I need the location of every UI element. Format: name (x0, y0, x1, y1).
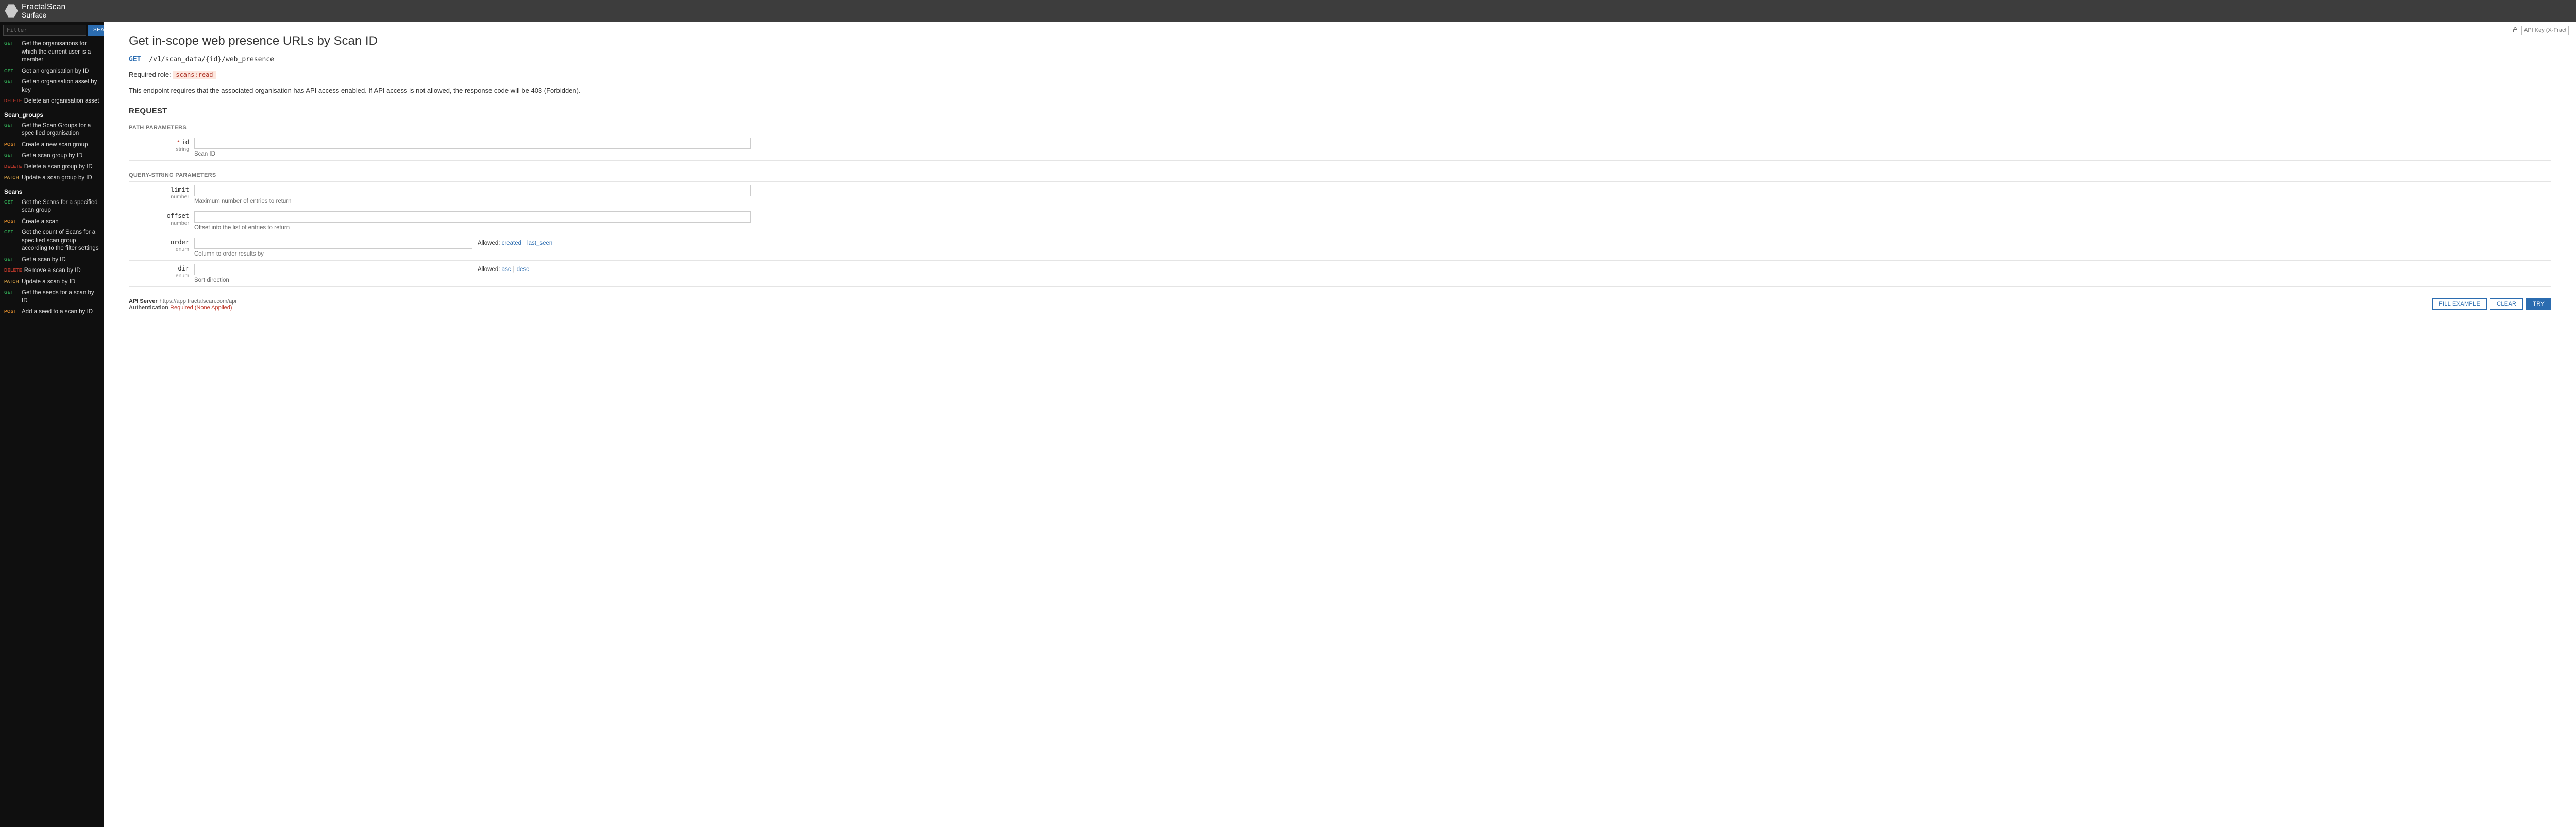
query-params-heading: QUERY-STRING PARAMETERS (129, 172, 2551, 178)
param-input-order[interactable] (194, 238, 472, 249)
sidebar-scans-item-6[interactable]: GETGet the seeds for a scan by ID (0, 288, 104, 307)
logo-hexagon-icon (4, 4, 19, 18)
sidebar-item-label: Add a seed to a scan by ID (22, 308, 93, 316)
sidebar-item-label: Get the count of Scans for a specified s… (22, 229, 100, 253)
param-row-dir: dir enum Allowed: asc|desc Sort directio… (129, 261, 2551, 287)
sidebar-scangroups-item-2[interactable]: GETGet a scan group by ID (0, 150, 104, 162)
method-badge: POST (4, 218, 20, 224)
method-badge: PATCH (4, 278, 20, 284)
method-badge: PATCH (4, 174, 20, 180)
method-badge: GET (4, 67, 20, 73)
sidebar-item-label: Get a scan group by ID (22, 152, 82, 160)
sidebar-section-scans: Scans (0, 184, 104, 197)
app-title-line1: FractalScan (22, 3, 65, 11)
role-badge: scans:read (173, 71, 216, 79)
sidebar-scangroups-item-1[interactable]: POSTCreate a new scan group (0, 140, 104, 151)
sidebar-item-label: Create a scan (22, 218, 59, 226)
http-path-label: /v1/scan_data/{id}/web_presence (149, 56, 274, 63)
lock-icon (2512, 27, 2518, 35)
param-required-marker: * (177, 140, 179, 146)
sidebar-scans-item-2[interactable]: GETGet the count of Scans for a specifie… (0, 227, 104, 255)
param-allowed-order: Allowed: created|last_seen (478, 240, 552, 246)
sidebar-org-item-1[interactable]: GETGet an organisation by ID (0, 66, 104, 77)
clear-button[interactable]: CLEAR (2490, 298, 2523, 310)
param-input-limit[interactable] (194, 185, 751, 196)
path-params-heading: PATH PARAMETERS (129, 125, 2551, 131)
sidebar-section-scangroups: Scan_groups (0, 107, 104, 121)
app-topbar: FractalScan Surface (0, 0, 2576, 22)
sidebar-search-button[interactable]: SEARCH (88, 25, 104, 36)
method-badge: GET (4, 229, 20, 234)
sidebar-item-label: Get the Scan Groups for a specified orga… (22, 122, 100, 138)
param-row-limit: limit number Maximum number of entries t… (129, 182, 2551, 208)
endpoint-description: This endpoint requires that the associat… (129, 87, 2551, 94)
request-heading: REQUEST (129, 107, 2551, 115)
endpoint-signature: GET /v1/scan_data/{id}/web_presence (129, 56, 2551, 63)
sidebar-scans-item-7[interactable]: POSTAdd a seed to a scan by ID (0, 307, 104, 318)
method-badge: DELETE (4, 97, 22, 103)
method-badge: DELETE (4, 267, 22, 273)
sidebar-scangroups-item-0[interactable]: GETGet the Scan Groups for a specified o… (0, 121, 104, 140)
param-desc-limit: Maximum number of entries to return (194, 198, 2547, 205)
sidebar: SEARCH GETGet the organisations for whic… (0, 22, 104, 827)
app-logo: FractalScan Surface (4, 3, 65, 19)
method-badge: GET (4, 40, 20, 46)
sidebar-scans-item-0[interactable]: GETGet the Scans for a specified scan gr… (0, 197, 104, 216)
method-badge: GET (4, 289, 20, 295)
sidebar-scans-item-1[interactable]: POSTCreate a scan (0, 216, 104, 228)
page-title: Get in-scope web presence URLs by Scan I… (129, 34, 2551, 48)
sidebar-item-label: Get the Scans for a specified scan group (22, 199, 100, 215)
param-allowed-dir: Allowed: asc|desc (478, 266, 529, 273)
param-input-dir[interactable] (194, 264, 472, 275)
required-role-line: Required role: scans:read (129, 71, 2551, 78)
sidebar-item-label: Get a scan by ID (22, 256, 66, 264)
main-content: Get in-scope web presence URLs by Scan I… (104, 22, 2576, 827)
app-title-line2: Surface (22, 11, 65, 19)
auth-line: Authentication Required (None Applied) (129, 305, 236, 311)
method-badge: GET (4, 256, 20, 262)
sidebar-item-label: Update a scan group by ID (22, 174, 92, 182)
param-input-offset[interactable] (194, 211, 751, 223)
method-badge: POST (4, 141, 20, 147)
param-input-id[interactable] (194, 138, 751, 149)
sidebar-item-label: Get the organisations for which the curr… (22, 40, 100, 64)
sidebar-item-label: Update a scan by ID (22, 278, 75, 286)
sidebar-filter-input[interactable] (3, 25, 86, 36)
param-desc-dir: Sort direction (194, 277, 2547, 283)
sidebar-item-label: Delete a scan group by ID (24, 163, 93, 172)
sidebar-item-label: Get the seeds for a scan by ID (22, 289, 100, 305)
apikey-input[interactable] (2521, 26, 2569, 35)
try-button[interactable]: TRY (2526, 298, 2551, 310)
sidebar-scans-item-4[interactable]: DELETERemove a scan by ID (0, 265, 104, 277)
sidebar-scangroups-item-4[interactable]: PATCHUpdate a scan group by ID (0, 173, 104, 184)
method-badge: DELETE (4, 163, 22, 169)
method-badge: GET (4, 152, 20, 158)
sidebar-org-item-0[interactable]: GETGet the organisations for which the c… (0, 39, 104, 66)
sidebar-item-label: Create a new scan group (22, 141, 88, 149)
param-desc-order: Column to order results by (194, 251, 2547, 257)
method-badge: GET (4, 78, 20, 84)
sidebar-item-label: Get an organisation asset by key (22, 78, 100, 94)
sidebar-scangroups-item-3[interactable]: DELETEDelete a scan group by ID (0, 162, 104, 173)
sidebar-org-item-3[interactable]: DELETEDelete an organisation asset (0, 96, 104, 107)
sidebar-scans-item-3[interactable]: GETGet a scan by ID (0, 255, 104, 266)
param-desc-offset: Offset into the list of entries to retur… (194, 225, 2547, 231)
param-row-order: order enum Allowed: created|last_seen Co… (129, 234, 2551, 261)
param-row-offset: offset number Offset into the list of en… (129, 208, 2551, 234)
sidebar-item-label: Remove a scan by ID (24, 267, 81, 275)
sidebar-item-label: Delete an organisation asset (24, 97, 99, 106)
api-server-line: API Serverhttps://app.fractalscan.com/ap… (129, 298, 236, 305)
method-badge: GET (4, 199, 20, 205)
param-desc-id: Scan ID (194, 151, 2547, 157)
param-row-id: *id string Scan ID (129, 134, 2551, 161)
method-badge: GET (4, 122, 20, 128)
method-badge: POST (4, 308, 20, 314)
sidebar-item-label: Get an organisation by ID (22, 67, 89, 76)
fill-example-button[interactable]: FILL EXAMPLE (2432, 298, 2487, 310)
sidebar-scans-item-5[interactable]: PATCHUpdate a scan by ID (0, 277, 104, 288)
http-method-label: GET (129, 56, 141, 63)
sidebar-org-item-2[interactable]: GETGet an organisation asset by key (0, 77, 104, 96)
